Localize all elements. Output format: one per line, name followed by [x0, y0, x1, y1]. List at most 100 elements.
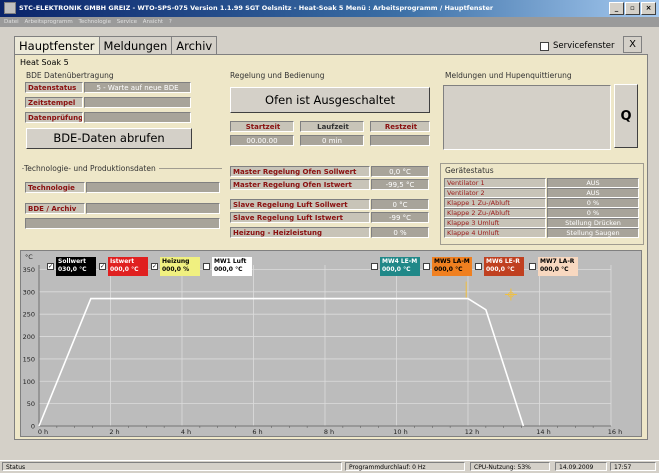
tech-section-title: Technologie- und Produktionsdaten: [24, 164, 159, 173]
window-title: STC-ELEKTRONIK GMBH GREIZ - WTO-SPS-075 …: [19, 4, 494, 12]
heizleistung-value: 0 %: [371, 227, 429, 238]
trend-chart-svg: 350 300 250 200 150 100 50 00 h 2 h 4 h 6 h 8 h 10 h…: [23, 253, 623, 436]
geraet-value: Stellung Saugen: [547, 228, 639, 238]
y-tick-label: 150: [23, 355, 35, 363]
heizleistung-label: Heizung - Heizleistung: [230, 227, 370, 238]
menu-datei[interactable]: Datei: [4, 19, 19, 25]
minimize-button[interactable]: _: [609, 2, 624, 15]
x-tick-label: 8 h: [324, 428, 334, 436]
x-tick-label: 14 h: [536, 428, 550, 436]
geraet-label: Klappe 3 Umluft: [444, 218, 546, 228]
x-tick-label: 0 h: [38, 428, 48, 436]
trend-tag-checkbox[interactable]: [371, 263, 378, 270]
trend-tag-name: MW6 LE-R: [486, 258, 520, 265]
status-text: Status: [2, 462, 342, 471]
meldungen-section-title: Meldungen und Hupenquittierung: [445, 71, 572, 80]
menu-technologie[interactable]: Technologie: [78, 19, 110, 25]
status-bar: Status Programmdurchlauf: 0 Hz CPU-Nutzu…: [0, 460, 659, 473]
close-window-button[interactable]: ×: [641, 2, 656, 15]
laufzeit-value: 0 min: [300, 135, 364, 146]
trend-tag-checkbox[interactable]: [203, 263, 210, 270]
app-icon: [4, 2, 16, 14]
slave-istwert-label: Slave Regelung Luft Istwert: [230, 212, 370, 223]
trend-tag-value: 000,0 %: [162, 266, 190, 273]
maximize-button[interactable]: ▫: [625, 2, 640, 15]
startzeit-value: 00.00.00: [230, 135, 294, 146]
y-tick-label: 0: [31, 423, 35, 431]
y-tick-label: 350: [23, 266, 35, 274]
cpu-usage: CPU-Nutzung: 53%: [470, 462, 550, 471]
geraet-value: 0 %: [547, 198, 639, 208]
servicefenster-checkbox[interactable]: Servicefenster: [540, 41, 615, 51]
trend-tag-checkbox[interactable]: ✓: [47, 263, 54, 270]
restzeit-value: [370, 135, 430, 146]
x-tick-label: 6 h: [252, 428, 262, 436]
trend-tag-name: MW4 LE-M: [382, 258, 418, 265]
technologie-label: Technologie: [25, 182, 85, 193]
trend-tag-name: Sollwert: [58, 258, 86, 265]
slave-istwert-value: -99 °C: [371, 212, 429, 223]
trend-tag: Heizung 000,0 %: [160, 257, 200, 276]
geraet-value: Stellung Drücken: [547, 218, 639, 228]
y-tick-label: 200: [23, 333, 35, 341]
x-tick-label: 4 h: [181, 428, 191, 436]
menu-service[interactable]: Service: [117, 19, 137, 25]
trend-tag-name: MW1 Luft: [214, 258, 247, 265]
slave-sollwert-value: 0 °C: [371, 199, 429, 210]
trend-chart: 350 300 250 200 150 100 50 0 0 h 2 h 4 h 6 h 8 h 10 h…: [20, 250, 642, 437]
menu-ansicht[interactable]: Ansicht: [143, 19, 163, 25]
geraete-section-title: Gerätestatus: [445, 166, 494, 175]
trend-tag-value: 000,0 °C: [382, 266, 411, 273]
trend-tag: MW6 LE-R 000,0 °C: [484, 257, 524, 276]
trend-tag: Sollwert 030,0 °C: [56, 257, 96, 276]
trend-tag-name: Istwert: [110, 258, 135, 265]
geraet-value: AUS: [547, 178, 639, 188]
tab-meldungen[interactable]: Meldungen: [98, 36, 173, 55]
trend-tag: MW7 LA-R 000,0 °C: [538, 257, 578, 276]
geraet-label: Ventilator 2: [444, 188, 546, 198]
series-line-sollwert: [38, 297, 525, 427]
y-tick-label: 50: [27, 400, 35, 408]
close-panel-button[interactable]: X: [623, 36, 642, 53]
zeitstempel-value: [84, 97, 191, 108]
datenpruefung-label: Datenprüfung: [25, 112, 83, 123]
geraet-label: Klappe 2 Zu-/Abluft: [444, 208, 546, 218]
trend-tag-checkbox[interactable]: [529, 263, 536, 270]
ofen-status-button[interactable]: Ofen ist Ausgeschaltet: [230, 87, 430, 113]
trend-tag-checkbox[interactable]: ✓: [151, 263, 158, 270]
checkbox-box[interactable]: [540, 41, 549, 51]
panel-title: Heat Soak 5: [20, 58, 69, 67]
menu-arbeitsprogramm[interactable]: Arbeitsprogramm: [24, 19, 72, 25]
menu-bar: Datei Arbeitsprogramm Technologie Servic…: [0, 17, 659, 27]
x-tick-label: 16 h: [608, 428, 622, 436]
bde-archiv-label: BDE / Archiv: [25, 203, 85, 214]
geraet-label: Klappe 1 Zu-/Abluft: [444, 198, 546, 208]
servicefenster-label: Servicefenster: [553, 41, 615, 51]
restzeit-label: Restzeit: [370, 121, 430, 132]
laufzeit-label: Laufzeit: [300, 121, 364, 132]
tab-archiv[interactable]: Archiv: [171, 36, 218, 55]
trend-tag-name: MW5 LA-M: [434, 258, 470, 265]
x-tick-label: 12 h: [465, 428, 479, 436]
master-istwert-label: Master Regelung Ofen Istwert: [230, 179, 370, 190]
bde-daten-abrufen-button[interactable]: BDE-Daten abrufen: [26, 128, 192, 149]
master-sollwert-label: Master Regelung Ofen Sollwert: [230, 166, 370, 177]
y-tick-label: 300: [23, 288, 35, 296]
status-date: 14.09.2009: [555, 462, 607, 471]
tab-hauptfenster[interactable]: Hauptfenster: [14, 36, 100, 55]
meldungen-display: [443, 85, 611, 150]
geraet-value: 0 %: [547, 208, 639, 218]
hupen-quittierung-button[interactable]: Q: [614, 84, 638, 148]
menu-help[interactable]: ?: [169, 19, 172, 25]
geraet-label: Ventilator 1: [444, 178, 546, 188]
y-axis-unit: °C: [25, 253, 33, 261]
trend-tag-checkbox[interactable]: [423, 263, 430, 270]
trend-tag: MW1 Luft 000,0 °C: [212, 257, 252, 276]
y-tick-label: 100: [23, 378, 35, 386]
datenstatus-label: Datenstatus: [25, 82, 83, 93]
regelung-section-title: Regelung und Bedienung: [230, 71, 325, 80]
trend-tag-checkbox[interactable]: ✓: [99, 263, 106, 270]
trend-tag-checkbox[interactable]: [475, 263, 482, 270]
trend-tag-value: 000,0 °C: [434, 266, 463, 273]
geraet-value: AUS: [547, 188, 639, 198]
